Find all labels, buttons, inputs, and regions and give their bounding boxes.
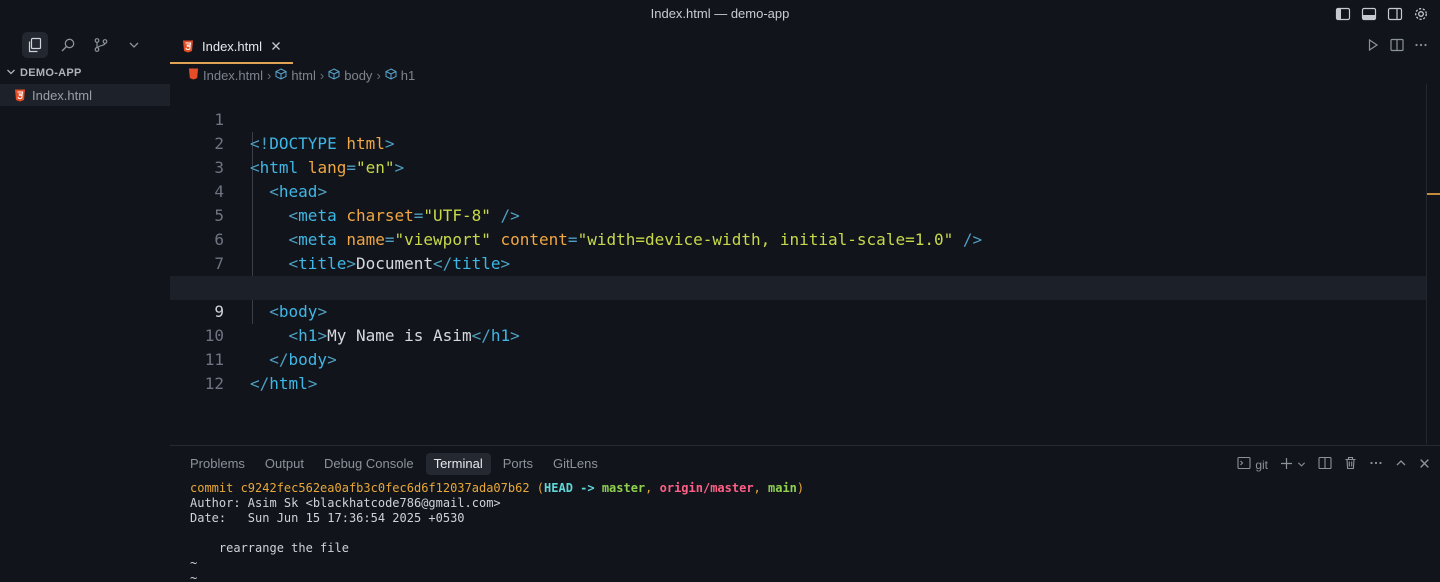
toggle-secondary-sidebar-icon[interactable] bbox=[1386, 5, 1404, 23]
code-editor[interactable]: 1 <!DOCTYPE html> 2 <html lang="en"> 3 <… bbox=[170, 84, 1426, 444]
commit-line: commit c9242fec562ea0afb3c0fec6d6f12037a… bbox=[190, 481, 804, 496]
commit-message: rearrange the file bbox=[190, 541, 349, 555]
symbol-element-icon bbox=[328, 67, 340, 83]
breadcrumb-file[interactable]: Index.html bbox=[188, 68, 263, 83]
ref-close: ) bbox=[796, 481, 805, 495]
run-icon[interactable] bbox=[1366, 38, 1380, 57]
ref-separator: , bbox=[753, 481, 768, 495]
html-file-icon bbox=[14, 89, 26, 102]
window-title: Index.html — demo-app bbox=[650, 6, 790, 21]
tab-label: Index.html bbox=[202, 38, 262, 54]
code-line[interactable]: 12 bbox=[170, 348, 1426, 393]
scrollbar-track[interactable] bbox=[1426, 84, 1427, 444]
chevron-right-icon: › bbox=[266, 67, 272, 83]
breadcrumb-h1[interactable]: h1 bbox=[385, 68, 415, 83]
panel-tabs: Problems Output Debug Console Terminal P… bbox=[182, 453, 606, 475]
split-terminal-icon[interactable] bbox=[1318, 456, 1332, 473]
code-line[interactable]: 1 <!DOCTYPE html> bbox=[170, 84, 1426, 153]
pager-tilde: ~ bbox=[190, 571, 198, 582]
breadcrumb-label: body bbox=[344, 67, 373, 83]
tab-debug-console[interactable]: Debug Console bbox=[316, 453, 422, 475]
commit-hash: commit c9242fec562ea0afb3c0fec6d6f12037a… bbox=[190, 481, 545, 495]
code-line[interactable]: 7 </head> bbox=[170, 228, 1426, 297]
panel-actions: git bbox=[1237, 456, 1430, 473]
symbol-element-icon bbox=[275, 67, 287, 83]
file-item-index-html[interactable]: Index.html bbox=[0, 84, 170, 106]
breadcrumb-label: html bbox=[291, 67, 316, 83]
trash-icon[interactable] bbox=[1344, 456, 1357, 473]
html-file-icon bbox=[188, 68, 199, 83]
bottom-panel: Problems Output Debug Console Terminal P… bbox=[170, 445, 1440, 582]
terminal-icon bbox=[1237, 456, 1251, 473]
date-line: Date: Sun Jun 15 17:36:54 2025 +0530 bbox=[190, 511, 465, 525]
toggle-panel-icon[interactable] bbox=[1360, 5, 1378, 23]
title-bar: Index.html — demo-app bbox=[0, 0, 1440, 28]
files-icon[interactable] bbox=[22, 32, 48, 58]
tab-problems[interactable]: Problems bbox=[182, 453, 253, 475]
search-icon[interactable] bbox=[55, 32, 81, 58]
breadcrumb: Index.html › html › body › h1 bbox=[188, 66, 415, 84]
tab-gitlens[interactable]: GitLens bbox=[545, 453, 606, 475]
scrollbar-marker bbox=[1427, 193, 1440, 195]
code-line[interactable]: 5 <meta name="viewport" content="width=d… bbox=[170, 180, 1426, 249]
chevron-down-icon bbox=[6, 67, 16, 80]
more-icon[interactable] bbox=[1369, 456, 1383, 473]
gear-icon[interactable] bbox=[1412, 5, 1430, 23]
code-line-current[interactable]: 9 <h1>My Name is Asim</h1> bbox=[170, 276, 1426, 345]
chevron-right-icon: › bbox=[319, 67, 325, 83]
symbol-element-icon bbox=[385, 67, 397, 83]
breadcrumb-body[interactable]: body bbox=[328, 68, 372, 83]
split-editor-icon[interactable] bbox=[1390, 38, 1404, 57]
plus-icon bbox=[1280, 457, 1293, 473]
code-line[interactable]: 4 <meta charset="UTF-8" /> bbox=[170, 156, 1426, 225]
code-line[interactable]: 8 <body> bbox=[170, 252, 1426, 321]
breadcrumb-label: Index.html bbox=[203, 67, 263, 83]
tab-index-html[interactable]: Index.html bbox=[170, 30, 293, 64]
code-line[interactable]: 2 <html lang="en"> bbox=[170, 108, 1426, 177]
line-number: 12 bbox=[204, 374, 224, 393]
maximize-panel-icon[interactable] bbox=[1395, 457, 1407, 472]
editor-actions bbox=[1366, 38, 1428, 57]
html-file-icon bbox=[182, 40, 194, 53]
tab-ports[interactable]: Ports bbox=[495, 453, 541, 475]
layout-controls bbox=[1334, 5, 1430, 23]
code-line[interactable]: 3 <head> bbox=[170, 132, 1426, 201]
head-ref: HEAD -> bbox=[544, 481, 602, 495]
code-line[interactable]: 11 </html> bbox=[170, 324, 1426, 393]
tab-terminal[interactable]: Terminal bbox=[425, 453, 491, 475]
new-terminal-button[interactable] bbox=[1280, 457, 1306, 473]
tab-output[interactable]: Output bbox=[257, 453, 312, 475]
author-line: Author: Asim Sk <blackhatcode786@gmail.c… bbox=[190, 496, 501, 510]
file-name: Index.html bbox=[32, 87, 92, 103]
folder-name: DEMO-APP bbox=[20, 67, 82, 79]
chevron-down-icon[interactable] bbox=[121, 32, 147, 58]
close-icon[interactable] bbox=[1419, 458, 1430, 472]
activity-bar bbox=[0, 28, 170, 62]
code-line[interactable]: 6 <title>Document</title> bbox=[170, 204, 1426, 273]
folder-header[interactable]: DEMO-APP bbox=[0, 62, 170, 84]
breadcrumb-html[interactable]: html bbox=[275, 68, 316, 83]
terminal-selector[interactable]: git bbox=[1237, 456, 1268, 473]
chevron-right-icon: › bbox=[376, 67, 381, 83]
breadcrumb-label: h1 bbox=[400, 67, 416, 83]
editor-tab-bar: Index.html bbox=[170, 30, 1440, 64]
source-control-icon[interactable] bbox=[88, 32, 114, 58]
explorer-sidebar: DEMO-APP Index.html bbox=[0, 62, 170, 582]
more-icon[interactable] bbox=[1414, 38, 1428, 57]
pager-tilde: ~ bbox=[190, 556, 198, 570]
branch-origin-master: origin/master bbox=[659, 481, 754, 495]
branch-main: main bbox=[768, 481, 797, 495]
shell-label: git bbox=[1255, 457, 1268, 472]
terminal-output[interactable]: commit c9242fec562ea0afb3c0fec6d6f12037a… bbox=[190, 481, 804, 582]
close-icon[interactable] bbox=[271, 41, 281, 51]
branch-master: master bbox=[601, 481, 646, 495]
toggle-primary-sidebar-icon[interactable] bbox=[1334, 5, 1352, 23]
code-line[interactable]: 10 </body> bbox=[170, 300, 1426, 369]
code-content: </html> bbox=[250, 374, 318, 393]
chevron-down-icon bbox=[1297, 458, 1306, 472]
ref-separator: , bbox=[645, 481, 660, 495]
